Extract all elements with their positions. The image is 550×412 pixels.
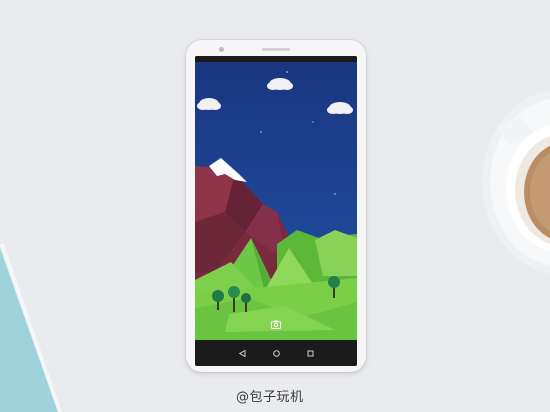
earpiece-speaker bbox=[262, 48, 290, 51]
lowpoly-mountain-wallpaper bbox=[195, 62, 357, 340]
camera-icon bbox=[271, 320, 281, 329]
home-circle-icon bbox=[272, 349, 280, 357]
camera-shortcut-button[interactable] bbox=[269, 317, 283, 331]
nav-home-button[interactable] bbox=[270, 347, 282, 359]
back-triangle-icon bbox=[238, 349, 245, 357]
phone-screen bbox=[195, 56, 357, 366]
recents-square-icon bbox=[307, 350, 313, 356]
nav-back-button[interactable] bbox=[236, 347, 248, 359]
smartphone bbox=[186, 40, 366, 372]
nav-recents-button[interactable] bbox=[304, 347, 316, 359]
watermark-text: @包子玩机 bbox=[236, 390, 304, 405]
front-camera-icon bbox=[219, 47, 224, 52]
navigation-bar bbox=[195, 340, 357, 366]
